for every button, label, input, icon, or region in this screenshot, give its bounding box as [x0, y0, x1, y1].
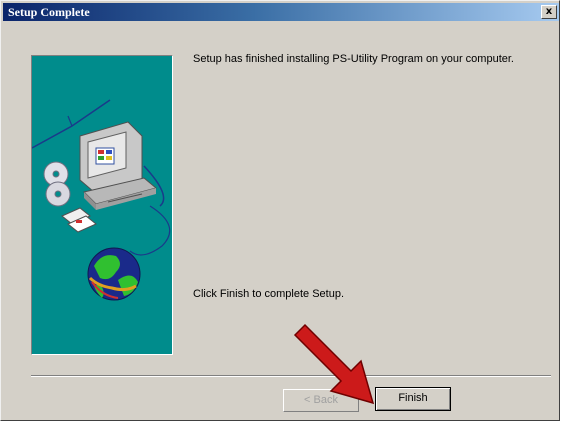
- red-arrow-icon: [293, 323, 375, 405]
- globe-icon: [87, 247, 141, 301]
- install-complete-message: Setup has finished installing PS-Utility…: [193, 53, 514, 65]
- computer-network-illustration: [32, 99, 171, 301]
- finish-instruction-text: Click Finish to complete Setup.: [193, 288, 345, 300]
- title-bar: Setup Complete x: [3, 3, 559, 21]
- finish-button[interactable]: Finish: [375, 387, 451, 411]
- setup-illustration: [31, 55, 173, 355]
- setup-dialog: Setup Complete x Setup has finished inst…: [0, 0, 560, 421]
- floppy-disk-icon: [61, 207, 97, 233]
- cd-disc-icon: [43, 161, 71, 207]
- close-button[interactable]: x: [541, 5, 557, 19]
- window-title: Setup Complete: [8, 5, 90, 19]
